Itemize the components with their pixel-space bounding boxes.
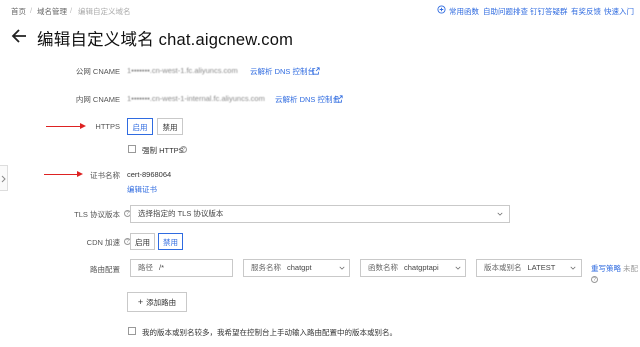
route-function-value: chatgptapi xyxy=(404,263,439,272)
dingtalk-group-link[interactable]: 钉钉答疑群 xyxy=(530,6,568,17)
cdn-label: CDN 加速 xyxy=(86,238,120,247)
tls-version-label: TLS 协议版本 xyxy=(74,210,120,219)
route-function-prefix: 函数名称 xyxy=(368,263,398,272)
route-service-value: chatgpt xyxy=(287,263,312,272)
manual-version-label: 我的版本或别名较多，我希望在控制台上手动输入路由配置中的版本或别名。 xyxy=(142,328,397,337)
cdn-enable-button[interactable]: 启用 xyxy=(130,233,155,250)
public-cname-label: 公网 CNAME xyxy=(75,67,120,76)
public-dns-console-link[interactable]: 云解析 DNS 控制台 xyxy=(250,66,315,77)
route-version-select[interactable]: 版本或别名 LATEST xyxy=(476,259,582,277)
page-title: 编辑自定义域名 chat.aigcnew.com xyxy=(37,31,294,49)
route-function-select[interactable]: 函数名称 chatgptapi xyxy=(360,259,466,277)
route-config-label: 路由配置 xyxy=(90,265,120,274)
private-dns-console-link[interactable]: 云解析 DNS 控制台 xyxy=(275,94,340,105)
chevron-down-icon xyxy=(455,266,461,270)
plus-icon: + xyxy=(137,297,144,307)
private-cname-label: 内网 CNAME xyxy=(75,95,120,104)
force-https-checkbox[interactable] xyxy=(128,145,136,153)
external-link-icon[interactable] xyxy=(335,95,343,103)
breadcrumb-separator: / xyxy=(30,6,33,15)
breadcrumb-domain-management[interactable]: 域名管理 xyxy=(37,6,67,17)
back-arrow-icon[interactable] xyxy=(9,26,29,46)
route-service-select[interactable]: 服务名称 chatgpt xyxy=(243,259,350,277)
chevron-right-icon xyxy=(1,175,6,183)
breadcrumb-current: 编辑自定义域名 xyxy=(78,7,131,16)
https-disable-button[interactable]: 禁用 xyxy=(157,118,183,135)
breadcrumb-home[interactable]: 首页 xyxy=(11,6,26,17)
route-service-prefix: 服务名称 xyxy=(251,263,281,272)
doc-icon xyxy=(437,5,446,14)
force-https-label: 强制 HTTPS xyxy=(142,146,184,155)
breadcrumb-separator: / xyxy=(70,6,73,15)
self-troubleshoot-link[interactable]: 自助问题排查 xyxy=(483,6,528,17)
route-version-prefix: 版本或别名 xyxy=(484,263,522,272)
help-icon[interactable]: ? xyxy=(180,146,187,153)
cert-name-value: cert-8968064 xyxy=(127,170,172,179)
top-bar: 首页 / 域名管理 / 编辑自定义域名 常用函数 自助问题排查 钉钉答疑群 有奖… xyxy=(0,0,640,22)
common-functions-link[interactable]: 常用函数 xyxy=(449,6,479,17)
public-cname-value: 1▪▪▪▪▪▪▪.cn-west-1.fc.aliyuncs.com xyxy=(127,66,238,75)
add-route-button[interactable]: + 添加路由 xyxy=(127,292,187,312)
route-path-prefix: 路径 xyxy=(138,263,153,272)
chevron-down-icon xyxy=(497,212,503,216)
feedback-link[interactable]: 有奖反馈 xyxy=(571,6,601,17)
tls-version-placeholder: 选择指定的 TLS 协议版本 xyxy=(138,209,224,218)
add-route-label: 添加路由 xyxy=(146,298,177,307)
manual-version-checkbox[interactable] xyxy=(128,327,136,335)
rewrite-policy-link[interactable]: 重写策略 xyxy=(591,263,621,274)
quick-start-link[interactable]: 快速入门 xyxy=(604,6,634,17)
https-enable-button[interactable]: 启用 xyxy=(127,118,153,135)
edit-cert-link[interactable]: 编辑证书 xyxy=(127,184,157,195)
cdn-disable-button[interactable]: 禁用 xyxy=(158,233,183,250)
rewrite-policy-status: 未配 xyxy=(623,264,638,273)
route-path-value: /* xyxy=(159,263,165,272)
external-link-icon[interactable] xyxy=(312,67,320,75)
chevron-down-icon xyxy=(339,266,345,270)
route-path-input[interactable]: 路径 /* xyxy=(130,259,233,277)
https-label: HTTPS xyxy=(95,122,120,131)
chevron-down-icon xyxy=(570,266,576,270)
route-version-value: LATEST xyxy=(527,263,556,272)
cert-name-label: 证书名称 xyxy=(90,171,120,180)
sidebar-toggle[interactable] xyxy=(0,165,8,191)
help-icon[interactable]: ? xyxy=(591,276,598,283)
tls-version-select[interactable]: 选择指定的 TLS 协议版本 xyxy=(130,205,510,223)
private-cname-value: 1▪▪▪▪▪▪▪.cn-west-1-internal.fc.aliyuncs.… xyxy=(127,94,265,103)
